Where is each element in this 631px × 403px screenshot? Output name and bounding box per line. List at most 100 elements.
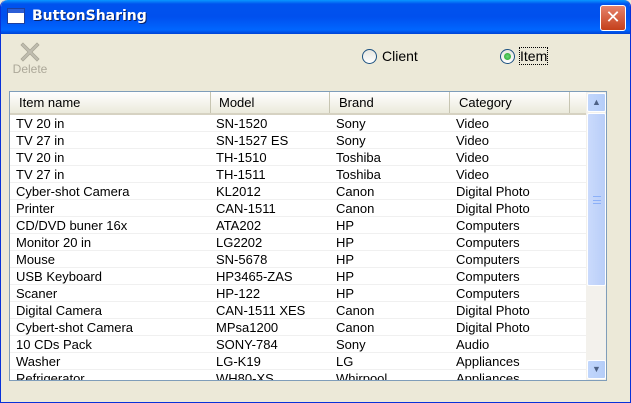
item-name-cell[interactable]: Washer (10, 353, 211, 370)
item-name-cell[interactable]: Refrigerator (10, 370, 211, 380)
column-header-brand[interactable]: Brand (330, 92, 450, 113)
brand-cell[interactable]: Canon (330, 302, 450, 319)
brand-cell[interactable]: LG (330, 353, 450, 370)
item-name-cell[interactable]: TV 20 in (10, 149, 211, 166)
item-radio-circle[interactable] (500, 48, 515, 64)
brand-cell[interactable]: HP (330, 268, 450, 285)
category-cell[interactable]: Appliances (450, 370, 570, 380)
model-cell[interactable]: LG2202 (210, 234, 330, 251)
item-name-cell[interactable]: Monitor 20 in (10, 234, 211, 251)
table-row[interactable]: CD/DVD buner 16x ATA202 HP Computers (10, 217, 586, 234)
model-cell[interactable]: SN-1520 (210, 115, 330, 132)
model-cell[interactable]: LG-K19 (210, 353, 330, 370)
client-radio[interactable]: Client (362, 47, 418, 65)
model-cell[interactable]: KL2012 (210, 183, 330, 200)
item-name-cell[interactable]: USB Keyboard (10, 268, 211, 285)
category-cell[interactable]: Video (450, 115, 570, 132)
brand-cell[interactable]: Toshiba (330, 166, 450, 183)
table-row[interactable]: Washer LG-K19 LG Appliances (10, 353, 586, 370)
table-row[interactable]: TV 20 in SN-1520 Sony Video (10, 115, 586, 132)
item-name-cell[interactable]: CD/DVD buner 16x (10, 217, 211, 234)
close-button[interactable]: ✕ (600, 5, 626, 31)
table-row[interactable]: TV 27 in TH-1511 Toshiba Video (10, 166, 586, 183)
brand-cell[interactable]: HP (330, 234, 450, 251)
brand-cell[interactable]: Canon (330, 319, 450, 336)
brand-cell[interactable]: Sony (330, 336, 450, 353)
brand-cell[interactable]: Sony (330, 115, 450, 132)
table-row[interactable]: USB Keyboard HP3465-ZAS HP Computers (10, 268, 586, 285)
category-cell[interactable]: Computers (450, 234, 570, 251)
item-name-cell[interactable]: TV 27 in (10, 166, 211, 183)
table-row[interactable]: TV 27 in SN-1527 ES Sony Video (10, 132, 586, 149)
brand-cell[interactable]: HP (330, 285, 450, 302)
item-name-cell[interactable]: Digital Camera (10, 302, 211, 319)
table-row[interactable]: Cybert-shot Camera MPsa1200 Canon Digital P… (10, 319, 586, 336)
table-row[interactable]: TV 20 in TH-1510 Toshiba Video (10, 149, 586, 166)
items-grid[interactable]: Item name Model Brand Category TV 20 in S… (9, 91, 607, 381)
scroll-up-button[interactable]: ▲ (587, 93, 606, 112)
item-radio[interactable]: Item (500, 47, 549, 65)
table-row[interactable]: Cyber-shot Camera KL2012 Canon Digital Phot… (10, 183, 586, 200)
brand-cell[interactable]: Toshiba (330, 149, 450, 166)
category-cell[interactable]: Video (450, 166, 570, 183)
item-name-cell[interactable]: 10 CDs Pack (10, 336, 211, 353)
column-header-category[interactable]: Category (450, 92, 570, 113)
item-name-cell[interactable]: TV 27 in (10, 132, 211, 149)
item-name-cell[interactable]: Scaner (10, 285, 211, 302)
column-header-model[interactable]: Model (210, 92, 330, 113)
category-cell[interactable]: Video (450, 132, 570, 149)
category-cell[interactable]: Digital Photo (450, 200, 570, 217)
model-cell[interactable]: CAN-1511 XES (210, 302, 330, 319)
model-cell[interactable]: HP3465-ZAS (210, 268, 330, 285)
item-radio-label[interactable]: Item (518, 47, 549, 65)
model-cell[interactable]: WH80-XS (210, 370, 330, 380)
client-radio-circle[interactable] (362, 48, 377, 64)
brand-cell[interactable]: HP (330, 251, 450, 268)
model-cell[interactable]: CAN-1511 (210, 200, 330, 217)
table-row[interactable]: Refrigerator WH80-XS Whirpool Appliances (10, 370, 586, 380)
table-row[interactable]: Monitor 20 in LG2202 HP Computers (10, 234, 586, 251)
delete-button[interactable]: Delete (9, 40, 51, 80)
item-name-cell[interactable]: Cyber-shot Camera (10, 183, 211, 200)
category-cell[interactable]: Computers (450, 268, 570, 285)
model-cell[interactable]: TH-1511 (210, 166, 330, 183)
category-cell[interactable]: Appliances (450, 353, 570, 370)
category-cell[interactable]: Digital Photo (450, 319, 570, 336)
category-cell[interactable]: Audio (450, 336, 570, 353)
model-cell[interactable]: HP-122 (210, 285, 330, 302)
model-cell[interactable]: TH-1510 (210, 149, 330, 166)
category-cell[interactable]: Digital Photo (450, 183, 570, 200)
item-name-cell[interactable]: TV 20 in (10, 115, 211, 132)
model-cell[interactable]: SN-5678 (210, 251, 330, 268)
brand-cell[interactable]: Sony (330, 132, 450, 149)
brand-cell[interactable]: Canon (330, 183, 450, 200)
table-row[interactable]: Printer CAN-1511 Canon Digital Photo (10, 200, 586, 217)
model-cell[interactable]: SN-1527 ES (210, 132, 330, 149)
brand-cell[interactable]: Whirpool (330, 370, 450, 380)
model-cell[interactable]: SONY-784 (210, 336, 330, 353)
table-row[interactable]: 10 CDs Pack SONY-784 Sony Audio (10, 336, 586, 353)
brand-cell[interactable]: Canon (330, 200, 450, 217)
brand-cell[interactable]: HP (330, 217, 450, 234)
category-cell[interactable]: Video (450, 149, 570, 166)
table-row[interactable]: Mouse SN-5678 HP Computers (10, 251, 586, 268)
model-cell[interactable]: ATA202 (210, 217, 330, 234)
item-name-cell[interactable]: Cybert-shot Camera (10, 319, 211, 336)
category-cell[interactable]: Digital Photo (450, 302, 570, 319)
table-row[interactable]: Digital Camera CAN-1511 XES Canon Digital P… (10, 302, 586, 319)
scroll-down-button[interactable]: ▼ (587, 360, 606, 379)
client-radio-label[interactable]: Client (382, 48, 418, 64)
category-cell[interactable]: Computers (450, 285, 570, 302)
item-name-cell[interactable]: Mouse (10, 251, 211, 268)
scroll-thumb[interactable] (587, 113, 606, 286)
category-cell[interactable]: Computers (450, 251, 570, 268)
category-cell[interactable]: Computers (450, 217, 570, 234)
grip-icon (593, 196, 601, 204)
model-cell[interactable]: MPsa1200 (210, 319, 330, 336)
window-title: ButtonSharing (32, 8, 147, 24)
table-row[interactable]: Scaner HP-122 HP Computers (10, 285, 586, 302)
title-bar[interactable]: ButtonSharing ✕ (1, 0, 630, 34)
vertical-scrollbar[interactable]: ▲ ▼ (586, 92, 606, 380)
item-name-cell[interactable]: Printer (10, 200, 211, 217)
column-header-item-name[interactable]: Item name (10, 92, 211, 113)
